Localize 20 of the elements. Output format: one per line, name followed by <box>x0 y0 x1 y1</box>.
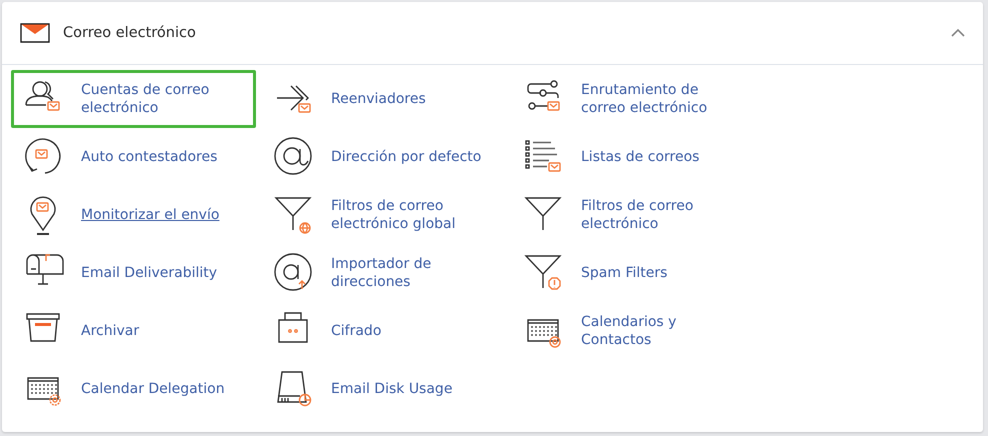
feature-link[interactable]: Listas de correos <box>511 128 708 186</box>
feature-link[interactable]: Cifrado <box>261 302 390 360</box>
feature-link[interactable]: Filtros de correo electrónico global <box>261 186 506 244</box>
feature-link[interactable]: Archivar <box>11 302 148 360</box>
feature-link[interactable]: Filtros de correo electrónico <box>511 186 756 244</box>
feature-link[interactable]: Auto contestadores <box>11 128 226 186</box>
feature-link[interactable]: Cuentas de correo electrónico <box>11 70 256 128</box>
feature-link[interactable]: Monitorizar el envío <box>11 186 228 244</box>
feature-link[interactable]: Dirección por defecto <box>261 128 490 186</box>
feature-link[interactable]: Spam Filters <box>511 244 676 302</box>
feature-link[interactable]: Calendar Delegation <box>11 360 234 418</box>
feature-link[interactable]: Email Deliverability <box>11 244 226 302</box>
feature-link[interactable]: Email Disk Usage <box>261 360 462 418</box>
feature-link[interactable]: Calendarios y Contactos <box>511 302 756 360</box>
feature-link[interactable]: Importador de direcciones <box>261 244 506 302</box>
section-title: Correo electrónico <box>63 25 197 41</box>
feature-link[interactable]: Reenviadores <box>261 70 435 128</box>
feature-link[interactable]: Enrutamiento de correo electrónico <box>511 70 756 128</box>
collapse-icon[interactable] <box>951 28 965 38</box>
envelope-icon <box>20 23 50 43</box>
